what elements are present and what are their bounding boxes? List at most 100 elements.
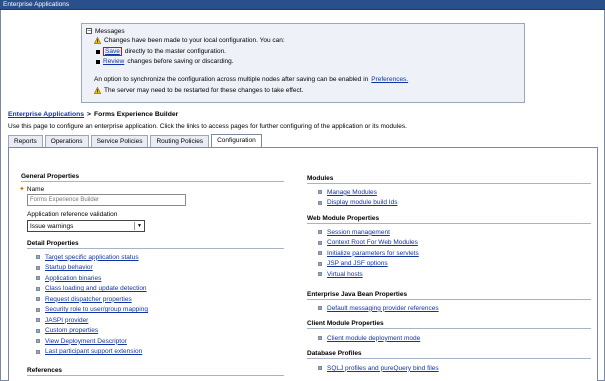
bullet-icon (36, 339, 40, 344)
references-heading: References (27, 367, 284, 376)
display-build-ids-link[interactable]: Display module build Ids (327, 199, 397, 206)
bullet-icon (318, 366, 322, 371)
name-field[interactable]: Forms Experience Builder (27, 194, 186, 206)
bullet-icon (36, 297, 40, 302)
general-properties-heading: General Properties (21, 173, 284, 182)
detail-link-application-binaries[interactable]: Application binaries (45, 275, 101, 282)
list-item: Security role to user/group mapping (36, 305, 148, 316)
client-module-list: Client module deployment mode (318, 333, 420, 344)
bullet-icon (96, 49, 100, 54)
tab-configuration[interactable]: Configuration (211, 134, 262, 147)
detail-link-startup-behavior[interactable]: Startup behavior (45, 264, 93, 271)
client-deployment-mode-link[interactable]: Client module deployment mode (327, 335, 420, 342)
modules-list: Manage Modules Display module build Ids (318, 187, 397, 208)
review-row: Review changes before saving or discardi… (96, 58, 234, 65)
messaging-provider-link[interactable]: Default messaging provider references (327, 305, 439, 312)
page-description: Use this page to configure an enterprise… (8, 123, 407, 130)
detail-link-target-status[interactable]: Target specific application status (45, 254, 139, 261)
breadcrumb-separator: > (87, 111, 92, 118)
ejb-properties-heading: Enterprise Java Bean Properties (307, 291, 591, 300)
validation-select[interactable]: Issue warnings ▼ (27, 220, 145, 232)
list-item: Display module build Ids (318, 198, 397, 209)
servlet-params-link[interactable]: Initialize parameters for servlets (327, 250, 419, 257)
breadcrumb-current: Forms Experience Builder (94, 111, 179, 118)
list-item: Initialize parameters for servlets (318, 248, 419, 259)
detail-link-deployment-descriptor[interactable]: View Deployment Descriptor (45, 338, 127, 345)
breadcrumb-parent-link[interactable]: Enterprise Applications (8, 111, 84, 118)
modules-heading: Modules (307, 175, 591, 184)
bullet-icon (318, 261, 322, 266)
list-item: SQLJ profiles and pureQuery bind files (318, 363, 439, 374)
bullet-icon (36, 318, 40, 323)
review-description: changes before saving or discarding. (127, 58, 234, 65)
tab-bar: Reports Operations Service Policies Rout… (8, 134, 264, 147)
tab-operations[interactable]: Operations (44, 135, 89, 147)
bullet-icon (36, 349, 40, 354)
detail-properties-heading: Detail Properties (27, 240, 284, 249)
detail-link-class-loading[interactable]: Class loading and update detection (45, 285, 147, 292)
list-item: Startup behavior (36, 263, 148, 274)
configuration-panel: General Properties ✦ Name Forms Experien… (8, 147, 598, 381)
database-profiles-heading: Database Profiles (307, 350, 591, 359)
bullet-icon (318, 230, 322, 235)
web-module-list: Session management Context Root For Web … (318, 227, 419, 280)
window-title: Enterprise Applications (3, 1, 70, 8)
client-module-properties-heading: Client Module Properties (307, 320, 591, 329)
list-item: Application binaries (36, 273, 148, 284)
list-item: Session management (318, 227, 419, 238)
bullet-icon (318, 272, 322, 277)
changes-notice-row: Changes have been made to your local con… (94, 37, 285, 44)
messages-header-label: Messages (95, 27, 125, 35)
bullet-icon (318, 240, 322, 245)
ejb-list: Default messaging provider references (318, 303, 439, 314)
collapse-icon[interactable]: − (86, 28, 92, 34)
validation-select-value: Issue warnings (30, 222, 74, 230)
bullet-icon (36, 307, 40, 312)
preferences-link[interactable]: Preferences. (371, 76, 408, 83)
context-root-link[interactable]: Context Root For Web Modules (327, 239, 418, 246)
sqlj-profiles-link[interactable]: SQLJ profiles and pureQuery bind files (327, 365, 439, 372)
jsp-jsf-options-link[interactable]: JSP and JSF options (327, 260, 388, 267)
sync-row: An option to synchronize the configurati… (94, 76, 408, 83)
list-item: JASPI provider (36, 315, 148, 326)
manage-modules-link[interactable]: Manage Modules (327, 189, 377, 196)
virtual-hosts-link[interactable]: Virtual hosts (327, 271, 363, 278)
save-description: directly to the master configuration. (124, 48, 226, 55)
detail-link-custom-properties[interactable]: Custom properties (45, 327, 98, 334)
review-link[interactable]: Review (103, 58, 124, 65)
detail-link-security-role[interactable]: Security role to user/group mapping (45, 306, 148, 313)
bullet-icon (96, 59, 100, 64)
bullet-icon (318, 190, 322, 195)
bullet-icon (36, 255, 40, 260)
bullet-icon (36, 265, 40, 270)
chevron-down-icon: ▼ (134, 222, 142, 230)
messages-header[interactable]: − Messages (86, 27, 125, 35)
detail-link-last-participant[interactable]: Last participant support extension (45, 348, 142, 355)
tab-service-policies[interactable]: Service Policies (90, 135, 149, 147)
bullet-icon (318, 251, 322, 256)
list-item: Class loading and update detection (36, 284, 148, 295)
list-item: Virtual hosts (318, 269, 419, 280)
detail-properties-list: Target specific application status Start… (36, 252, 148, 357)
warning-icon (94, 87, 101, 94)
changes-notice-text: Changes have been made to your local con… (104, 37, 285, 44)
bullet-icon (318, 336, 322, 341)
list-item: View Deployment Descriptor (36, 336, 148, 347)
detail-link-request-dispatcher[interactable]: Request dispatcher properties (45, 296, 132, 303)
bullet-icon (36, 276, 40, 281)
tab-reports[interactable]: Reports (8, 135, 43, 147)
detail-link-jaspi-provider[interactable]: JASPI provider (45, 317, 88, 324)
required-icon: ✦ (19, 186, 25, 193)
bullet-icon (36, 328, 40, 333)
validation-label: Application reference validation (27, 211, 118, 218)
breadcrumb: Enterprise Applications > Forms Experien… (8, 111, 178, 118)
save-row: Save directly to the master configuratio… (96, 47, 226, 56)
bullet-icon (318, 200, 322, 205)
web-module-properties-heading: Web Module Properties (307, 215, 591, 224)
restart-notice-row: The server may need to be restarted for … (94, 87, 303, 94)
session-management-link[interactable]: Session management (327, 229, 390, 236)
tab-routing-policies[interactable]: Routing Policies (150, 135, 210, 147)
save-link[interactable]: Save (103, 47, 122, 56)
window-title-bar: Enterprise Applications (0, 0, 605, 10)
list-item: Last participant support extension (36, 347, 148, 358)
